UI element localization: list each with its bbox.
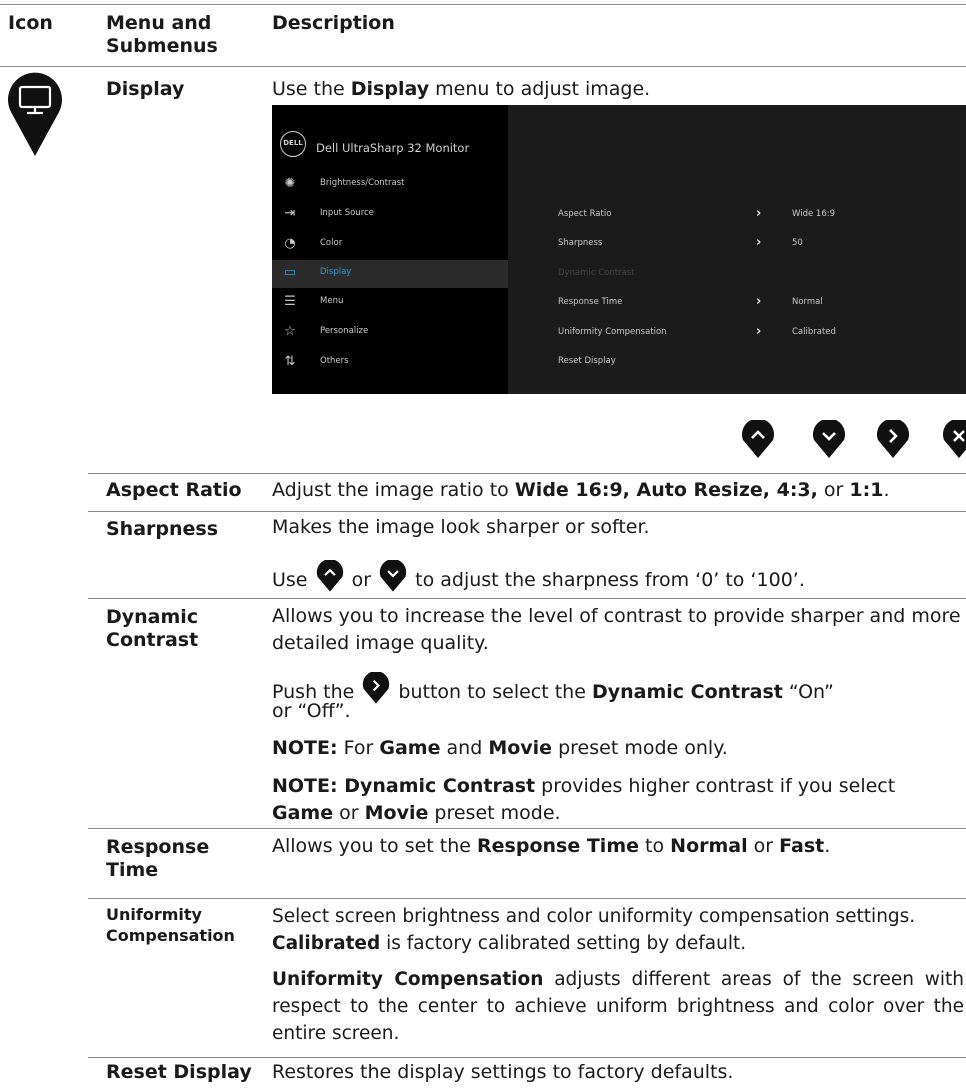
dynamic-contrast-label: Dynamic Contrast xyxy=(106,606,199,651)
row-rule xyxy=(88,511,966,512)
dynamic-contrast-push-line2: or “Off”. xyxy=(272,700,351,722)
uniformity-desc: Select screen brightness and color unifo… xyxy=(272,906,916,954)
chevron-right-icon: › xyxy=(756,235,762,250)
header-rule xyxy=(0,66,966,67)
dell-logo: DELL xyxy=(280,131,306,157)
osd-setting-aspect-ratio[interactable]: Aspect Ratio › Wide 16:9 xyxy=(558,206,948,229)
response-time-label: Response Time xyxy=(106,836,210,881)
sharpness-use-line: Use or to adjust the sharpness from ‘0’ … xyxy=(272,559,805,594)
others-icon: ⇅ xyxy=(284,354,296,369)
uniformity-desc-2: Uniformity Compensation adjusts differen… xyxy=(272,969,964,1044)
header-description: Description xyxy=(272,12,395,34)
osd-item-personalize[interactable]: ☆ Personalize xyxy=(272,319,508,347)
osd-brand: Dell UltraSharp 32 Monitor xyxy=(316,141,470,155)
row-rule xyxy=(88,598,966,599)
row-rule xyxy=(88,1057,966,1058)
menu-icon: ☰ xyxy=(284,294,296,309)
input-icon: ⇥ xyxy=(284,206,296,221)
osd-item-brightness[interactable]: ✺ Brightness/Contrast xyxy=(272,171,508,199)
display-label: Display xyxy=(106,78,185,100)
chevron-right-icon: › xyxy=(756,206,762,221)
osd-setting-sharpness[interactable]: Sharpness › 50 xyxy=(558,235,948,258)
dynamic-contrast-desc: Allows you to increase the level of cont… xyxy=(272,605,961,654)
sharpness-label: Sharpness xyxy=(106,518,219,540)
header-icon: Icon xyxy=(8,12,53,34)
aspect-ratio-desc: Adjust the image ratio to Wide 16:9, Aut… xyxy=(272,479,890,501)
chevron-right-icon: › xyxy=(756,294,762,309)
monitor-icon: ▭ xyxy=(283,265,297,280)
aspect-ratio-label: Aspect Ratio xyxy=(106,479,242,501)
osd-item-input-source[interactable]: ⇥ Input Source xyxy=(272,201,508,229)
sharpness-desc: Makes the image look sharper or softer. xyxy=(272,516,650,538)
row-rule xyxy=(88,828,966,829)
up-icon xyxy=(316,559,343,592)
top-rule xyxy=(0,4,966,5)
row-rule xyxy=(88,898,966,899)
header-menu: Menu and Submenus xyxy=(106,12,218,57)
right-icon[interactable] xyxy=(876,420,910,458)
osd-setting-response-time[interactable]: Response Time › Normal xyxy=(558,294,948,317)
uniformity-label: Uniformity Compensation xyxy=(106,905,235,945)
chevron-right-icon: › xyxy=(756,324,762,339)
sun-icon: ✺ xyxy=(284,176,296,191)
osd-item-color[interactable]: ◔ Color xyxy=(272,231,508,259)
osd-item-others[interactable]: ⇅ Others xyxy=(272,349,508,377)
star-icon: ☆ xyxy=(284,324,296,339)
display-intro: Use the Display menu to adjust image. xyxy=(272,78,651,100)
osd-setting-dynamic-contrast: Dynamic Contrast xyxy=(558,268,635,278)
osd-item-menu[interactable]: ☰ Menu xyxy=(272,289,508,317)
up-icon[interactable] xyxy=(741,420,775,458)
osd-screenshot: DELL Dell UltraSharp 32 Monitor ✺ Bright… xyxy=(272,105,966,394)
monitor-icon xyxy=(8,72,62,156)
osd-setting-uniformity[interactable]: Uniformity Compensation › Calibrated xyxy=(558,324,948,347)
dynamic-contrast-note2: NOTE: Dynamic Contrast provides higher c… xyxy=(272,775,896,824)
reset-display-label: Reset Display xyxy=(106,1061,252,1083)
row-rule xyxy=(88,473,966,474)
osd-menu-panel: DELL Dell UltraSharp 32 Monitor ✺ Bright… xyxy=(272,105,508,394)
reset-display-desc: Restores the display settings to factory… xyxy=(272,1061,734,1083)
response-time-desc: Allows you to set the Response Time to N… xyxy=(272,835,831,857)
dynamic-contrast-note1: NOTE: For Game and Movie preset mode onl… xyxy=(272,737,728,759)
osd-item-display[interactable]: ▭ Display xyxy=(272,260,508,288)
close-icon[interactable] xyxy=(942,420,966,458)
down-icon xyxy=(379,559,407,592)
down-icon[interactable] xyxy=(812,420,846,458)
palette-icon: ◔ xyxy=(284,236,296,251)
osd-setting-reset-display[interactable]: Reset Display xyxy=(558,356,948,376)
